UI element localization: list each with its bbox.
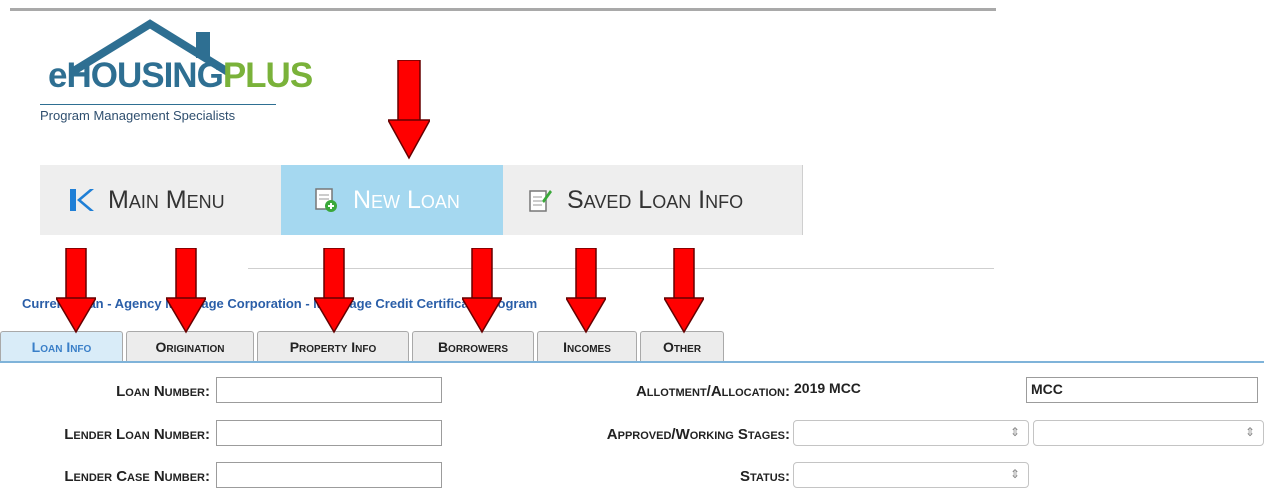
tab-label: Borrowers (437, 338, 509, 355)
tab-label: Property Info (289, 338, 377, 355)
allotment-type-input[interactable]: MCC (1026, 377, 1258, 403)
stages-label: Approved/Working Stages: (606, 426, 790, 443)
back-k-icon (68, 187, 94, 213)
top-divider (10, 8, 996, 11)
nav-label: New Loan (353, 185, 460, 214)
stages-select-1[interactable]: ⇕ (793, 420, 1029, 446)
lender-loan-number-input[interactable] (216, 420, 442, 446)
tab-underline (0, 361, 1264, 363)
edit-document-icon (527, 187, 553, 213)
red-arrow-icon (314, 248, 354, 334)
nav-main-menu[interactable]: Main Menu (40, 165, 281, 235)
red-arrow-icon (664, 248, 704, 334)
brand-tagline: Program Management Specialists (40, 108, 236, 123)
loan-number-input[interactable] (216, 377, 442, 403)
tab-label: Loan Info (31, 338, 92, 355)
red-arrow-icon (462, 248, 502, 334)
tab-other[interactable]: Other (640, 331, 724, 361)
red-arrow-icon (388, 60, 430, 160)
tab-loan-info[interactable]: Loan Info (0, 331, 123, 361)
tab-incomes[interactable]: Incomes (537, 331, 637, 361)
status-label: Status: (739, 468, 790, 485)
red-arrow-icon (166, 248, 206, 334)
tab-origination[interactable]: Origination (126, 331, 254, 361)
main-nav: Main Menu New Loan Saved Loan Info (40, 165, 803, 235)
lender-loan-number-label: Lender Loan Number: (64, 426, 210, 443)
allotment-label: Allotment/Allocation: (635, 383, 790, 400)
status-select[interactable]: ⇕ (793, 462, 1029, 488)
nav-saved-loan-info[interactable]: Saved Loan Info (503, 165, 802, 235)
current-loan-breadcrumb: Current Loan - Agency Mortgage Corporati… (22, 296, 538, 311)
chevron-updown-icon: ⇕ (1244, 425, 1255, 439)
chevron-updown-icon: ⇕ (1009, 425, 1020, 439)
stages-select-2[interactable]: ⇕ (1033, 420, 1264, 446)
nav-label: Saved Loan Info (567, 185, 744, 214)
nav-new-loan[interactable]: New Loan (281, 165, 503, 235)
allotment-value[interactable]: 2019 MCC (792, 377, 1019, 403)
logo-rule (40, 104, 276, 105)
tab-label: Origination (155, 338, 225, 355)
chevron-updown-icon: ⇕ (1009, 467, 1020, 481)
tab-borrowers[interactable]: Borrowers (412, 331, 534, 361)
red-arrow-icon (56, 248, 96, 334)
brand-logo: eHOUSINGPLUS (48, 56, 313, 95)
nav-label: Main Menu (108, 185, 225, 214)
red-arrow-icon (566, 248, 606, 334)
tab-label: Other (662, 338, 702, 355)
section-divider (248, 268, 994, 269)
lender-case-number-label: Lender Case Number: (64, 468, 210, 485)
tab-label: Incomes (563, 338, 611, 355)
tab-property-info[interactable]: Property Info (257, 331, 409, 361)
new-document-icon (313, 187, 339, 213)
loan-number-label: Loan Number: (116, 383, 210, 400)
lender-case-number-input[interactable] (216, 462, 442, 488)
